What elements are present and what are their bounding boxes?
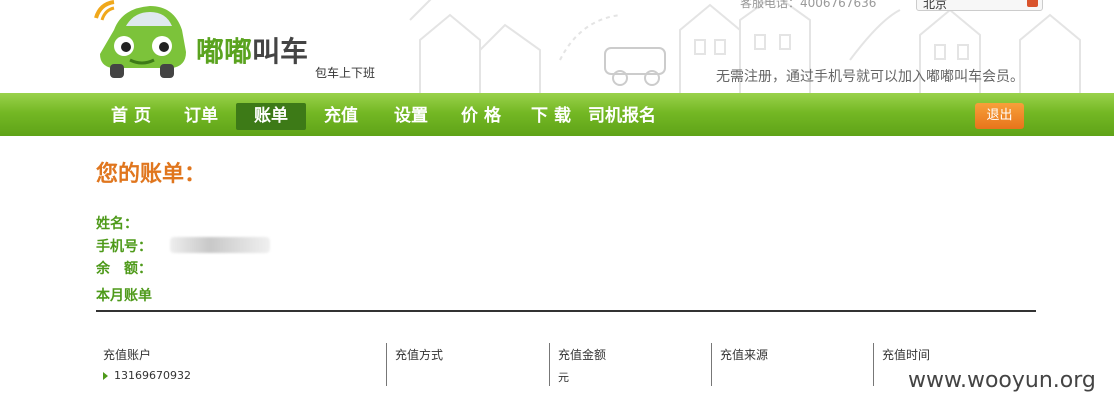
column-divider [386, 343, 387, 386]
main-nav: 首 页 订单 账单 充值 设置 价 格 下 载 司机报名 退出 [0, 93, 1114, 136]
nav-item-settings[interactable]: 设置 [382, 103, 440, 130]
service-hotline: 客服电话：4006767636 [740, 0, 877, 10]
nav-item-home[interactable]: 首 页 [102, 103, 160, 130]
city-select-value: 北京 [923, 0, 948, 11]
column-amount: 充值金额 元 [551, 343, 711, 386]
brand-name-green: 嘟嘟 [196, 35, 253, 68]
site-header: 嘟嘟叫车 包车上下班 客服电话：4006767636 北京 无需注册，通过手机号… [0, 0, 1114, 93]
column-header: 充值时间 [882, 348, 931, 362]
column-divider [711, 343, 712, 386]
column-header: 充值来源 [720, 348, 769, 362]
phone-value-redacted [170, 237, 270, 253]
column-divider [873, 343, 874, 386]
logout-button[interactable]: 退出 [975, 103, 1024, 129]
table-cell-amount: 元 [558, 371, 569, 384]
brand-slogan: 包车上下班 [315, 66, 376, 80]
nav-item-download[interactable]: 下 载 [522, 103, 580, 130]
brand-name-dark: 叫车 [252, 35, 309, 68]
page-title: 您的账单： [96, 162, 207, 187]
column-account: 充值账户 13169670932 [96, 343, 386, 386]
nav-item-recharge[interactable]: 充值 [312, 103, 370, 130]
monthly-bill-heading: 本月账单 [96, 288, 152, 304]
brand-name[interactable]: 嘟嘟叫车 [196, 30, 308, 70]
promo-text: 无需注册，通过手机号就可以加入嘟嘟叫车会员。 [716, 69, 1024, 85]
column-divider [549, 343, 550, 386]
arrow-right-icon [103, 372, 108, 380]
nav-item-orders[interactable]: 订单 [172, 103, 230, 130]
table-cell-account[interactable]: 13169670932 [103, 369, 191, 382]
column-source: 充值来源 [713, 343, 873, 386]
account-value: 13169670932 [114, 369, 191, 382]
logo-car-icon [94, 0, 186, 78]
column-header: 充值账户 [103, 348, 152, 362]
phone-label: 手机号： [96, 239, 152, 255]
column-header: 充值金额 [558, 348, 607, 362]
recharge-table: 充值账户 13169670932 充值方式 充值金额 元 充值来源 充值时间 [96, 343, 1036, 387]
watermark-text: www.wooyun.org [908, 368, 1096, 393]
chevron-down-icon [1027, 0, 1038, 7]
nav-item-bills[interactable]: 账单 [236, 103, 306, 130]
section-divider [96, 310, 1036, 312]
column-header: 充值方式 [395, 348, 444, 362]
name-label: 姓名： [96, 216, 138, 232]
nav-item-prices[interactable]: 价 格 [452, 103, 510, 130]
city-select[interactable]: 北京 [916, 0, 1043, 11]
balance-label: 余 额： [96, 261, 152, 277]
column-method: 充值方式 [388, 343, 550, 386]
nav-item-driver-signup[interactable]: 司机报名 [586, 103, 658, 130]
